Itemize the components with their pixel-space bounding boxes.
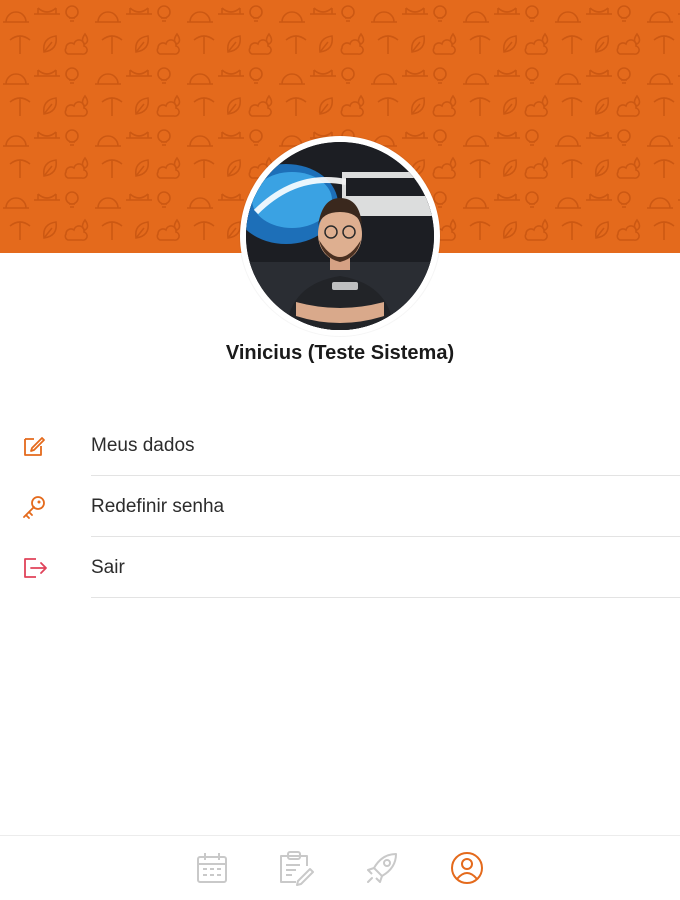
calendar-icon [197,853,227,883]
nav-profile[interactable] [447,848,487,888]
divider [91,597,680,598]
avatar[interactable] [240,136,440,336]
nav-calendar[interactable] [192,848,232,888]
logout-icon [24,558,47,578]
menu-item-label: Redefinir senha [91,496,225,517]
profile-menu: Meus dados Redefinir senha Sair [0,415,680,598]
key-icon [23,496,45,519]
menu-item-redefinir-senha[interactable]: Redefinir senha [0,476,680,537]
bottom-nav [0,835,680,900]
menu-item-sair[interactable]: Sair [0,537,680,598]
nav-clipboard[interactable] [274,848,314,888]
edit-icon [24,437,45,456]
menu-item-meus-dados[interactable]: Meus dados [0,415,680,476]
user-name: Vinicius (Teste Sistema) [225,342,455,364]
menu-item-label: Meus dados [91,435,195,456]
user-circle-icon [451,852,483,884]
user-photo-icon [246,142,434,330]
menu-item-label: Sair [91,557,125,578]
nav-rocket[interactable] [362,848,402,888]
rocket-icon [367,853,397,883]
clipboard-edit-icon [280,851,314,886]
